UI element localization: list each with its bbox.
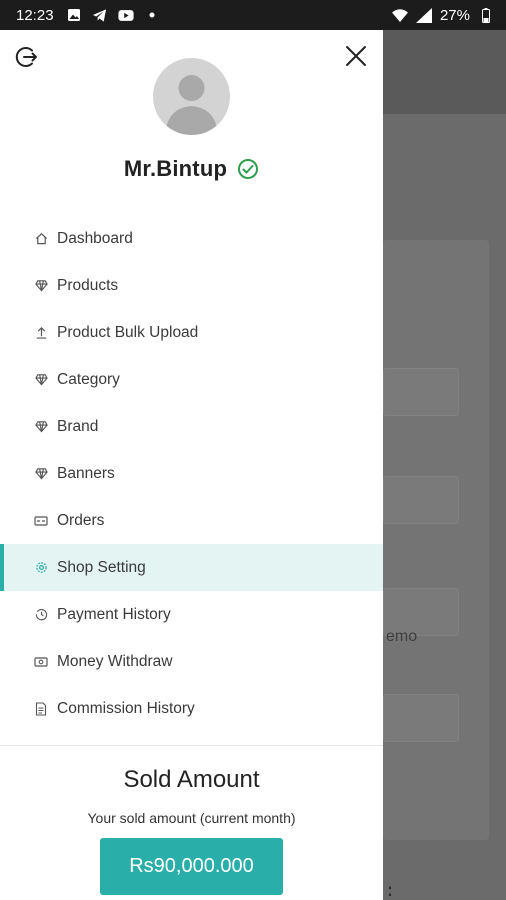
verified-check-icon bbox=[237, 158, 259, 180]
battery-percent: 27% bbox=[439, 6, 470, 24]
status-bar: 12:23 27% bbox=[0, 0, 506, 30]
home-icon bbox=[34, 232, 48, 246]
telegram-icon bbox=[92, 7, 108, 23]
menu-item-orders[interactable]: Orders bbox=[0, 497, 383, 544]
sold-amount-title: Sold Amount bbox=[123, 766, 260, 793]
battery-icon bbox=[478, 7, 494, 23]
background-field bbox=[383, 476, 459, 524]
gear-icon bbox=[34, 561, 48, 575]
menu-item-label: Dashboard bbox=[57, 229, 133, 247]
menu-item-payment-history[interactable]: Payment History bbox=[0, 591, 383, 638]
drawer-header: Mr.Bintup Dashboard Products Product Bul… bbox=[0, 30, 383, 745]
menu-item-label: Banners bbox=[57, 464, 115, 482]
diamond-icon bbox=[34, 467, 48, 481]
wifi-icon bbox=[391, 7, 408, 23]
menu-item-label: Category bbox=[57, 370, 120, 388]
menu-item-label: Commission History bbox=[57, 699, 195, 717]
youtube-icon bbox=[117, 7, 134, 23]
navigation-drawer: Mr.Bintup Dashboard Products Product Bul… bbox=[0, 30, 383, 900]
card-icon bbox=[34, 514, 48, 528]
background-text: emo bbox=[386, 628, 418, 645]
menu-item-commission-history[interactable]: Commission History bbox=[0, 685, 383, 732]
logout-icon[interactable] bbox=[14, 44, 40, 70]
menu-item-products[interactable]: Products bbox=[0, 262, 383, 309]
money-icon bbox=[34, 655, 48, 669]
menu-item-label: Money Withdraw bbox=[57, 652, 173, 670]
drawer-menu: Dashboard Products Product Bulk Upload C… bbox=[0, 215, 383, 732]
menu-item-label: Brand bbox=[57, 417, 99, 435]
menu-item-category[interactable]: Category bbox=[0, 356, 383, 403]
close-icon[interactable] bbox=[344, 44, 368, 68]
upload-icon bbox=[34, 326, 48, 340]
status-time: 12:23 bbox=[16, 6, 54, 24]
menu-item-product-bulk-upload[interactable]: Product Bulk Upload bbox=[0, 309, 383, 356]
sold-amount-value-button[interactable]: Rs90,000.000 bbox=[100, 838, 283, 895]
menu-item-banners[interactable]: Banners bbox=[0, 450, 383, 497]
menu-item-label: Payment History bbox=[57, 605, 171, 623]
background-field bbox=[383, 694, 459, 742]
background-field bbox=[383, 368, 459, 416]
menu-item-label: Product Bulk Upload bbox=[57, 323, 199, 341]
avatar bbox=[153, 58, 230, 135]
diamond-icon bbox=[34, 279, 48, 293]
menu-item-label: Products bbox=[57, 276, 119, 294]
more-menu-icon: ⋮ bbox=[380, 884, 400, 900]
diamond-icon bbox=[34, 420, 48, 434]
sold-amount-subtitle: Your sold amount (current month) bbox=[87, 810, 296, 826]
user-name: Mr.Bintup bbox=[123, 156, 228, 181]
menu-item-label: Orders bbox=[57, 511, 105, 529]
dot-icon bbox=[144, 7, 160, 23]
menu-item-shop-setting[interactable]: Shop Setting bbox=[0, 544, 383, 591]
menu-item-dashboard[interactable]: Dashboard bbox=[0, 215, 383, 262]
history-icon bbox=[34, 608, 48, 622]
image-icon bbox=[66, 7, 82, 23]
sold-amount-card: Sold Amount Your sold amount (current mo… bbox=[0, 746, 383, 900]
user-info: Mr.Bintup bbox=[0, 156, 383, 182]
background-panel bbox=[383, 240, 489, 840]
menu-item-label: Shop Setting bbox=[57, 558, 146, 576]
menu-item-money-withdraw[interactable]: Money Withdraw bbox=[0, 638, 383, 685]
diamond-icon bbox=[34, 373, 48, 387]
document-icon bbox=[34, 701, 48, 716]
signal-icon bbox=[415, 7, 432, 23]
menu-item-brand[interactable]: Brand bbox=[0, 403, 383, 450]
